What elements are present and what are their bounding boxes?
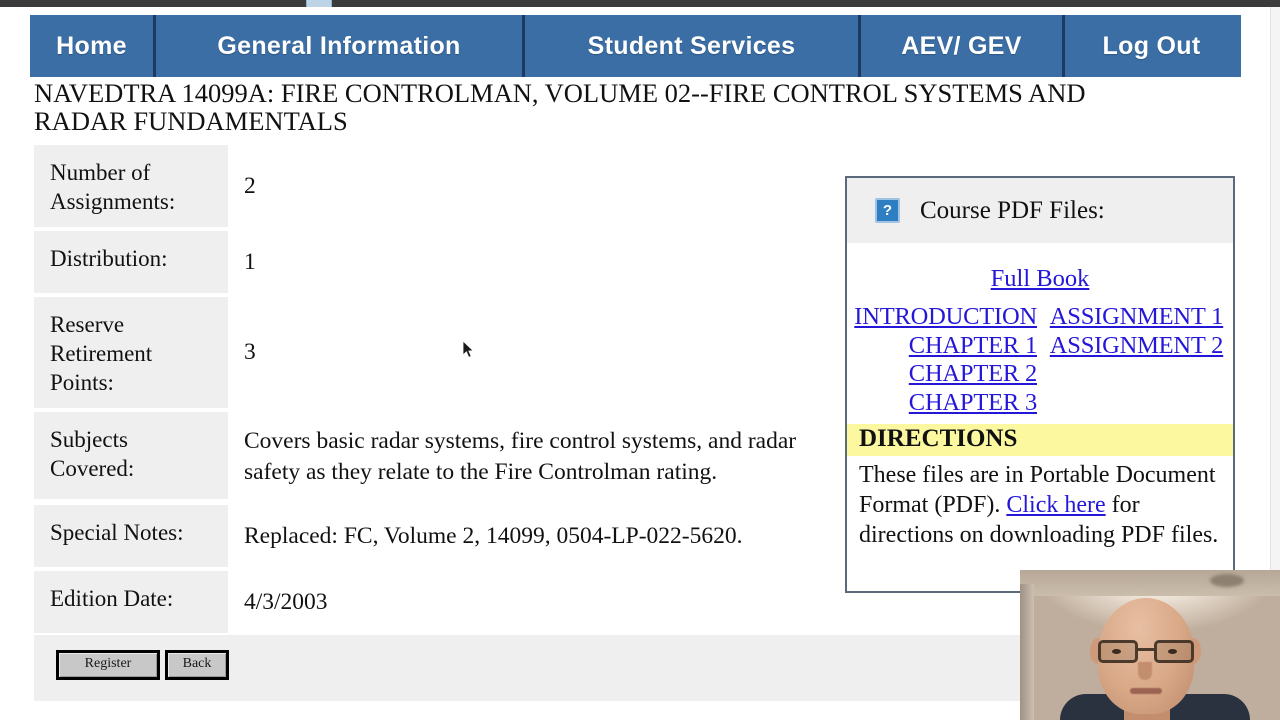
row-value-reserve-retirement-points: 3 bbox=[244, 339, 256, 366]
register-button[interactable]: Register bbox=[56, 650, 160, 680]
table-row: Subjects Covered: Covers basic radar sys… bbox=[34, 412, 834, 501]
row-label-subjects-covered: Subjects Covered: bbox=[34, 412, 228, 499]
main-navigation: Home General Information Student Service… bbox=[30, 15, 1241, 77]
webcam-person-mouth bbox=[1130, 688, 1162, 694]
nav-item-general-information[interactable]: General Information bbox=[156, 15, 525, 77]
table-row: Number of Assignments: 2 bbox=[34, 145, 834, 227]
browser-top-bar bbox=[0, 0, 1280, 7]
page-title: NAVEDTRA 14099A: FIRE CONTROLMAN, VOLUME… bbox=[34, 78, 1086, 137]
directions-text: These files are in Portable Document For… bbox=[847, 456, 1233, 550]
link-chapter-2[interactable]: CHAPTER 2 bbox=[847, 360, 1037, 389]
link-assignment-2[interactable]: ASSIGNMENT 2 bbox=[1040, 332, 1233, 361]
nav-item-aev-gev[interactable]: AEV/ GEV bbox=[861, 15, 1065, 77]
course-pdf-files-panel: ? Course PDF Files: Full Book INTRODUCTI… bbox=[845, 176, 1235, 593]
webcam-left-wall bbox=[1020, 584, 1034, 720]
row-label-number-of-assignments: Number of Assignments: bbox=[34, 145, 228, 227]
pdf-panel-title: Course PDF Files: bbox=[920, 196, 1105, 224]
pdf-link-column-assignments: ASSIGNMENT 1 ASSIGNMENT 2 bbox=[1040, 303, 1233, 418]
full-book-row: Full Book bbox=[847, 243, 1233, 297]
pdf-panel-body: Full Book INTRODUCTION CHAPTER 1 CHAPTER… bbox=[847, 243, 1233, 550]
link-click-here[interactable]: Click here bbox=[1006, 492, 1105, 518]
link-chapter-1[interactable]: CHAPTER 1 bbox=[847, 332, 1037, 361]
row-label-edition-date: Edition Date: bbox=[34, 571, 228, 634]
nav-item-home[interactable]: Home bbox=[30, 15, 156, 77]
webcam-person-eye-right bbox=[1168, 649, 1177, 654]
pdf-link-columns: INTRODUCTION CHAPTER 1 CHAPTER 2 CHAPTER… bbox=[847, 297, 1233, 418]
table-row: Special Notes: Replaced: FC, Volume 2, 1… bbox=[34, 505, 834, 568]
glasses-icon bbox=[1096, 640, 1196, 664]
back-button[interactable]: Back bbox=[165, 650, 229, 680]
row-label-distribution: Distribution: bbox=[34, 231, 228, 293]
row-value-special-notes: Replaced: FC, Volume 2, 14099, 0504-LP-0… bbox=[244, 522, 743, 549]
row-value-distribution: 1 bbox=[244, 248, 256, 275]
nav-item-log-out[interactable]: Log Out bbox=[1065, 15, 1238, 77]
link-introduction[interactable]: INTRODUCTION bbox=[847, 303, 1037, 332]
table-row: Reserve Retirement Points: 3 bbox=[34, 297, 834, 408]
help-question-icon: ? bbox=[875, 198, 900, 223]
row-value-edition-date: 4/3/2003 bbox=[244, 588, 328, 615]
webcam-glasses-bridge bbox=[1138, 648, 1154, 651]
row-label-special-notes: Special Notes: bbox=[34, 505, 228, 568]
pdf-link-column-chapters: INTRODUCTION CHAPTER 1 CHAPTER 2 CHAPTER… bbox=[847, 303, 1040, 418]
directions-heading: DIRECTIONS bbox=[847, 423, 1233, 456]
nav-item-student-services[interactable]: Student Services bbox=[525, 15, 861, 77]
table-row: Edition Date: 4/3/2003 bbox=[34, 571, 834, 634]
table-row: Distribution: 1 bbox=[34, 231, 834, 293]
webcam-person-eye-left bbox=[1112, 649, 1121, 654]
link-chapter-3[interactable]: CHAPTER 3 bbox=[847, 389, 1037, 418]
webcam-ceiling-fixture bbox=[1210, 574, 1244, 587]
row-value-subjects-covered: Covers basic radar systems, fire control… bbox=[244, 428, 797, 485]
row-value-number-of-assignments: 2 bbox=[244, 172, 256, 199]
webcam-person-nose bbox=[1138, 662, 1152, 680]
webcam-overlay bbox=[1020, 570, 1280, 720]
row-label-reserve-retirement-points: Reserve Retirement Points: bbox=[34, 297, 228, 408]
link-assignment-1[interactable]: ASSIGNMENT 1 bbox=[1040, 303, 1233, 332]
course-details-table: Number of Assignments: 2 Distribution: 1… bbox=[34, 145, 834, 637]
pdf-panel-header: ? Course PDF Files: bbox=[847, 178, 1233, 243]
link-full-book[interactable]: Full Book bbox=[991, 265, 1090, 292]
